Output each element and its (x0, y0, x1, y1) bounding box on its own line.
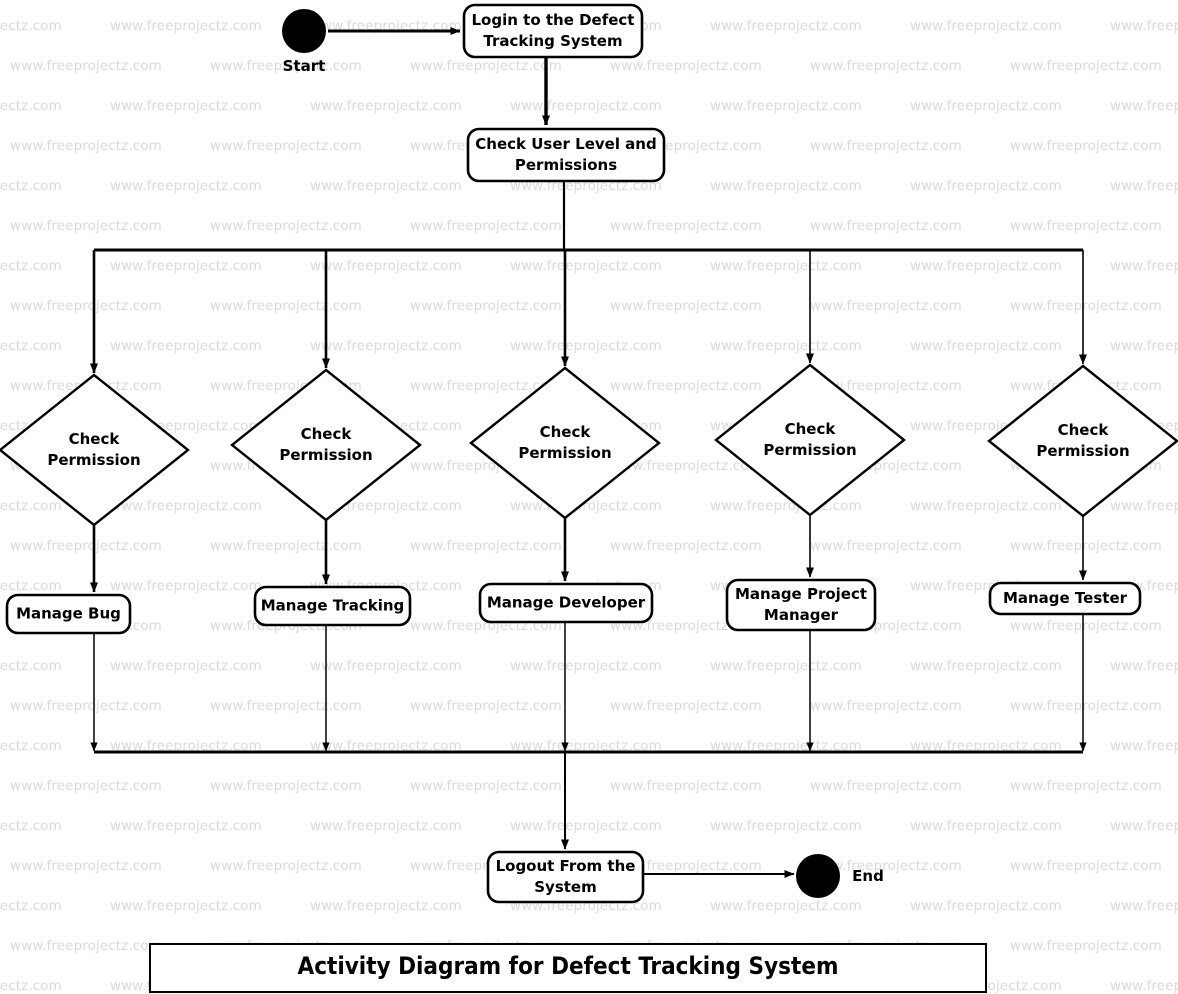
activity-label: Manage Tester (1003, 589, 1128, 607)
activity-label: Manage Bug (16, 605, 121, 623)
end-node (796, 854, 840, 898)
decision-label: Check (69, 430, 121, 448)
activity-label: Manage Tracking (261, 597, 405, 615)
title-frame-group: Activity Diagram for Defect Tracking Sys… (149, 943, 987, 993)
activity-label: Manage Developer (487, 594, 646, 612)
activity-label: Tracking System (483, 32, 622, 50)
activity-diagram-canvas: www.freeprojectz.comwww.freeprojectz.com… (0, 0, 1178, 994)
decision-node (230, 368, 422, 522)
activity-label: Permissions (515, 156, 617, 174)
decision-label: Permission (47, 451, 140, 469)
decision-nodes: Check Permission Check Permission Check Permi… (0, 363, 1178, 527)
activity-label: System (534, 878, 596, 896)
fork-join-bars (94, 248, 1083, 754)
decision-label: Permission (279, 446, 372, 464)
decision-label: Check (1058, 421, 1110, 439)
decision-node (469, 366, 661, 520)
decision-node (0, 373, 190, 527)
diagram-title: Activity Diagram for Defect Tracking Sys… (298, 952, 839, 980)
activity-label: Login to the Defect (472, 11, 635, 29)
decision-label: Permission (763, 441, 856, 459)
decision-label: Permission (1036, 442, 1129, 460)
decision-label: Check (785, 420, 837, 438)
decision-label: Permission (518, 444, 611, 462)
start-label: Start (283, 57, 326, 75)
activity-label: Manage Project (735, 585, 867, 603)
activity-label: Logout From the (496, 857, 636, 875)
decision-label: Check (301, 425, 353, 443)
end-label: End (852, 867, 884, 885)
activity-label: Manager (764, 606, 839, 624)
decision-label: Check (540, 423, 592, 441)
activity-label: Check User Level and (475, 135, 656, 153)
decision-node (714, 363, 906, 517)
start-node (282, 9, 326, 53)
decision-node (987, 364, 1178, 518)
activity-diagram: Check Permission Check Permission Check Permi… (0, 3, 1178, 993)
